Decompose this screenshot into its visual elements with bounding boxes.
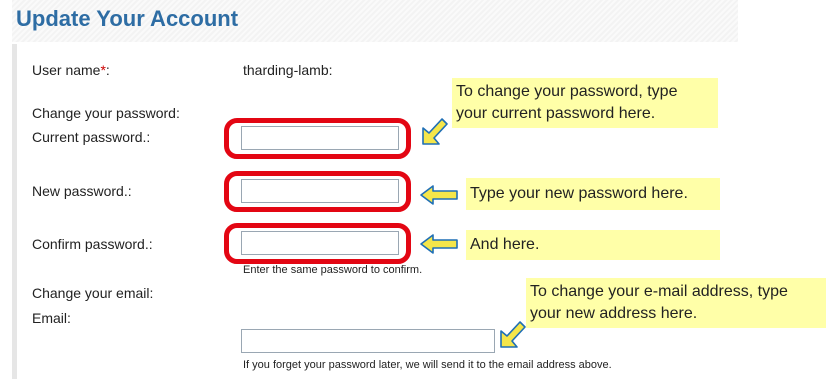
username-label-suffix: : bbox=[105, 62, 110, 78]
page-title: Update Your Account bbox=[16, 6, 239, 31]
confirm-password-hint: Enter the same password to confirm. bbox=[243, 264, 423, 276]
callout-current-line1: To change your password, type bbox=[456, 83, 678, 100]
arrow-down-left-icon bbox=[500, 321, 526, 348]
email-input[interactable] bbox=[241, 329, 495, 353]
account-page: Update Your Account User name*: tharding… bbox=[0, 0, 834, 379]
new-password-input[interactable] bbox=[241, 179, 399, 203]
callout-email: To change your e-mail address, type your… bbox=[526, 278, 826, 328]
email-label: Email: bbox=[32, 310, 71, 326]
new-password-label: New password.: bbox=[32, 183, 132, 199]
password-section-label: Change your password: bbox=[32, 105, 180, 121]
confirm-password-input[interactable] bbox=[241, 231, 399, 255]
email-hint: If you forget your password later, we wi… bbox=[243, 359, 612, 371]
callout-current-line2: your current password here. bbox=[456, 105, 656, 122]
callout-confirm-password: And here. bbox=[466, 230, 720, 260]
current-password-input[interactable] bbox=[241, 126, 399, 150]
callout-current-password: To change your password, type your curre… bbox=[452, 78, 718, 128]
arrow-down-left-icon bbox=[422, 118, 448, 145]
confirm-password-label: Confirm password.: bbox=[32, 236, 153, 252]
callout-email-line2: your new address here. bbox=[530, 305, 698, 322]
email-section-label: Change your email: bbox=[32, 285, 154, 301]
username-value: tharding-lamb: bbox=[243, 62, 333, 78]
arrow-left-icon bbox=[420, 185, 458, 205]
left-divider bbox=[12, 44, 17, 379]
callout-new-password: Type your new password here. bbox=[466, 178, 720, 210]
current-password-label: Current password.: bbox=[32, 129, 151, 145]
username-label-text: User name bbox=[32, 62, 101, 78]
callout-email-line1: To change your e-mail address, type bbox=[530, 283, 788, 300]
username-label: User name*: bbox=[32, 62, 110, 78]
arrow-left-icon bbox=[420, 234, 458, 254]
